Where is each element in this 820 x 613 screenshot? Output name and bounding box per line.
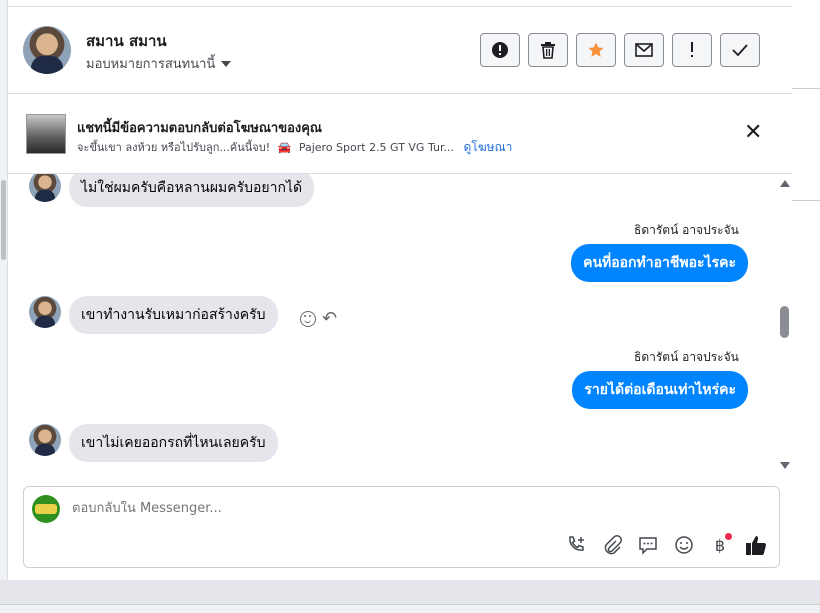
- assign-label: มอบหมายการสนทนานี้: [86, 57, 216, 72]
- scroll-thumb[interactable]: [780, 306, 789, 338]
- envelope-icon: [635, 43, 653, 57]
- composer-toolbar: ฿: [564, 533, 768, 557]
- right-panel-edge: [792, 0, 820, 580]
- sender-avatar: [29, 296, 61, 328]
- incoming-message[interactable]: เขาทำงานรับเหมาก่อสร้างครับ: [69, 296, 278, 334]
- left-scroll-thumb[interactable]: [1, 180, 6, 260]
- ad-product: Pajero Sport 2.5 GT VG Tur...: [298, 141, 454, 154]
- attach-button[interactable]: [600, 533, 624, 557]
- spam-icon: [492, 42, 508, 58]
- scroll-down-arrow-icon[interactable]: [780, 462, 790, 469]
- thread-scrollbar[interactable]: [778, 178, 792, 470]
- mark-unread-button[interactable]: [624, 33, 664, 67]
- emoji-icon: [675, 536, 693, 554]
- baht-icon: ฿: [714, 535, 726, 555]
- car-icon: 🚘: [277, 141, 292, 154]
- delete-button[interactable]: [528, 33, 568, 67]
- ad-text: จะขึ้นเขา ลงห้วย หรือไปรับลูก...คันนี้จบ…: [77, 141, 271, 154]
- follow-up-button[interactable]: [672, 33, 712, 67]
- contact-avatar[interactable]: [23, 26, 71, 74]
- reply-input[interactable]: [72, 501, 672, 516]
- sender-name: ธิดารัตน์ อาจประจัน: [634, 350, 739, 364]
- phone-plus-icon: [569, 536, 584, 551]
- reply-icon[interactable]: ↶: [322, 310, 337, 328]
- conversation-header: สมาน สมาน มอบหมายการสนทนานี้: [8, 6, 792, 94]
- emoji-button[interactable]: [672, 533, 696, 557]
- star-icon: [588, 42, 604, 57]
- chat-bubble-icon: [639, 537, 657, 555]
- call-add-button[interactable]: [564, 533, 588, 557]
- exclamation-icon: [691, 42, 693, 57]
- saved-replies-button[interactable]: [636, 533, 660, 557]
- trash-icon: [541, 42, 555, 59]
- sender-name: ธิดารัตน์ อาจประจัน: [634, 223, 739, 237]
- assign-conversation-dropdown[interactable]: มอบหมายการสนทนานี้: [86, 53, 232, 74]
- notification-dot: [725, 533, 732, 540]
- left-scroll-edge[interactable]: [0, 0, 8, 580]
- incoming-message[interactable]: ไม่ใช่ผมครับคือหลานผมครับอยากได้: [69, 174, 315, 207]
- message-actions: ↶: [300, 310, 337, 328]
- payment-button[interactable]: ฿: [708, 533, 732, 557]
- thumbs-up-icon: [746, 536, 766, 555]
- sender-avatar: [29, 424, 61, 456]
- taskbar: [0, 580, 820, 613]
- ad-context-subtitle: จะขึ้นเขา ลงห้วย หรือไปรับลูก...คันนี้จบ…: [77, 138, 512, 157]
- ad-context-bar: แชทนี้มีข้อความตอบกลับต่อโฆษณาของคุณ จะข…: [8, 94, 792, 174]
- contact-name[interactable]: สมาน สมาน: [86, 29, 167, 53]
- check-icon: [732, 44, 748, 56]
- star-button[interactable]: [576, 33, 616, 67]
- message-thread: ไม่ใช่ผมครับคือหลานผมครับอยากได้ ธิดารัต…: [8, 174, 792, 474]
- ad-thumbnail[interactable]: [26, 114, 66, 154]
- paperclip-icon: [604, 535, 622, 555]
- sender-avatar: [29, 174, 61, 202]
- smile-react-icon[interactable]: [300, 311, 316, 327]
- mark-spam-button[interactable]: [480, 33, 520, 67]
- close-icon[interactable]: ✕: [744, 122, 762, 144]
- incoming-message[interactable]: เขาไม่เคยออกรถที่ไหนเลยครับ: [69, 424, 278, 462]
- mark-done-button[interactable]: [720, 33, 760, 67]
- caret-down-icon: [221, 60, 232, 67]
- scroll-up-arrow-icon[interactable]: [780, 180, 790, 187]
- outgoing-message[interactable]: รายได้ต่อเดือนเท่าไหร่คะ: [572, 371, 748, 409]
- view-ad-link[interactable]: ดูโฆษณา: [463, 140, 512, 154]
- like-button[interactable]: [744, 533, 768, 557]
- ad-context-title: แชทนี้มีข้อความตอบกลับต่อโฆษณาของคุณ: [77, 121, 322, 136]
- conversation-actions: [480, 33, 760, 67]
- reply-composer: ฿: [23, 486, 780, 568]
- outgoing-message[interactable]: คนที่ออกทำอาชีพอะไรคะ: [571, 244, 748, 282]
- page-avatar: [32, 495, 60, 523]
